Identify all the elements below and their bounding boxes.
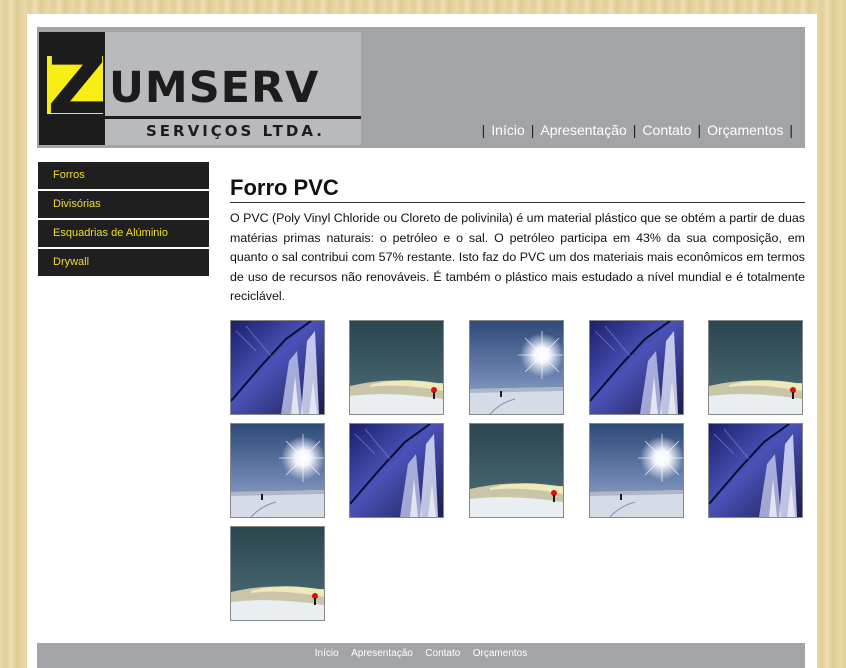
- top-nav: | Início | Apresentação | Contato | Orçamentos |: [476, 122, 799, 138]
- logo-letter: Z: [47, 38, 107, 133]
- ice-wall-image: [590, 321, 683, 414]
- logo-underline: [39, 116, 361, 119]
- gallery-thumbnail[interactable]: [349, 423, 444, 518]
- gallery-thumbnail[interactable]: [230, 320, 325, 415]
- snow-dusk-image: [350, 321, 443, 414]
- logo-wordmark: UMSERV: [109, 63, 320, 113]
- header: Z UMSERV SERVIÇOS LTDA. | Início | Apresent…: [37, 27, 805, 148]
- nav-separator: |: [789, 122, 793, 138]
- footer: Início Apresentação Contato Orçamentos: [37, 643, 805, 668]
- sidebar-item-forros[interactable]: Forros: [38, 162, 209, 189]
- sidebar-item-esquadrias[interactable]: Esquadrias de Alúminio: [38, 220, 209, 247]
- logo-subtitle: SERVIÇOS LTDA.: [146, 122, 325, 140]
- footer-link-contato[interactable]: Contato: [421, 648, 464, 659]
- sidebar-item-divisorias[interactable]: Divisórias: [38, 191, 209, 218]
- nav-link-apresentacao[interactable]: Apresentação: [540, 122, 626, 138]
- footer-link-orcamentos[interactable]: Orçamentos: [469, 648, 531, 659]
- footer-link-apresentacao[interactable]: Apresentação: [347, 648, 417, 659]
- gallery-thumbnail[interactable]: [230, 526, 325, 621]
- page-container: Z UMSERV SERVIÇOS LTDA. | Início | Apresent…: [27, 14, 817, 668]
- ice-wall-image: [231, 321, 324, 414]
- gallery-thumbnail[interactable]: [469, 423, 564, 518]
- nav-separator: |: [632, 122, 637, 138]
- page-title: Forro PVC: [230, 174, 805, 203]
- logo[interactable]: Z UMSERV SERVIÇOS LTDA.: [39, 32, 361, 145]
- nav-separator: |: [530, 122, 535, 138]
- ice-wall-image: [709, 424, 802, 517]
- snow-dusk-image: [709, 321, 802, 414]
- snow-dusk-image: [231, 527, 324, 620]
- gallery-thumbnail[interactable]: [708, 423, 803, 518]
- nav-link-orcamentos[interactable]: Orçamentos: [707, 122, 783, 138]
- gallery-thumbnail[interactable]: [230, 423, 325, 518]
- snow-sun-image: [590, 424, 683, 517]
- snow-dusk-image: [470, 424, 563, 517]
- gallery-thumbnail[interactable]: [349, 320, 444, 415]
- sidebar-item-drywall[interactable]: Drywall: [38, 249, 209, 276]
- snow-sun-image: [231, 424, 324, 517]
- nav-link-inicio[interactable]: Início: [491, 122, 524, 138]
- snow-sun-image: [470, 321, 563, 414]
- main-content: Forro PVC O PVC (Poly Vinyl Chloride ou …: [230, 174, 805, 307]
- logo-block-bottom: [39, 124, 99, 145]
- gallery-thumbnail[interactable]: [469, 320, 564, 415]
- gallery-thumbnail[interactable]: [589, 320, 684, 415]
- nav-separator: |: [481, 122, 486, 138]
- page-description: O PVC (Poly Vinyl Chloride ou Cloreto de…: [230, 211, 805, 303]
- gallery-thumbnail[interactable]: [708, 320, 803, 415]
- nav-separator: |: [697, 122, 702, 138]
- sidebar: Forros Divisórias Esquadrias de Alúminio…: [38, 162, 209, 278]
- footer-link-inicio[interactable]: Início: [311, 648, 343, 659]
- ice-wall-image: [350, 424, 443, 517]
- nav-link-contato[interactable]: Contato: [642, 122, 691, 138]
- gallery-thumbnail[interactable]: [589, 423, 684, 518]
